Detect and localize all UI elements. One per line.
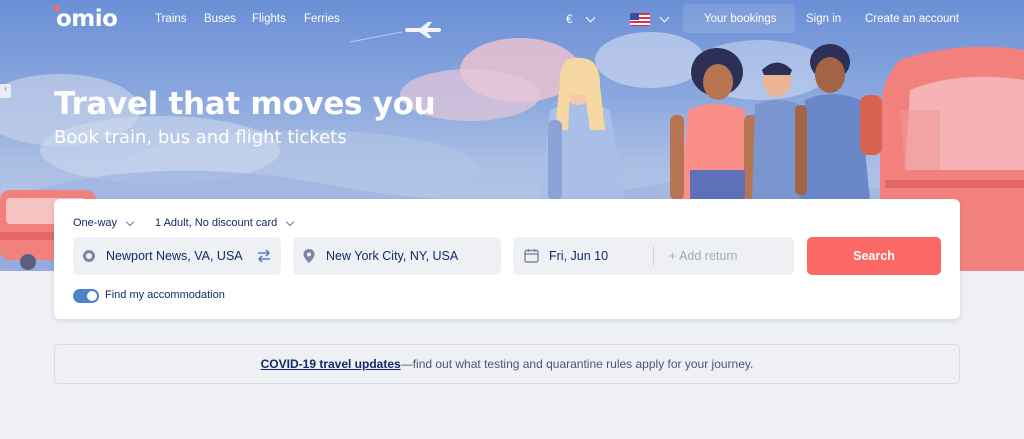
your-bookings-link[interactable]: Your bookings	[704, 13, 776, 25]
passengers-selector[interactable]: 1 Adult, No discount card	[155, 217, 277, 229]
origin-dot-icon	[83, 250, 95, 262]
accommodation-label: Find my accommodation	[105, 289, 225, 301]
omio-logo[interactable]: omio	[56, 6, 118, 32]
side-feedback-tab[interactable]: ‹	[0, 84, 11, 98]
covid-banner: COVID-19 travel updates—find out what te…	[54, 344, 960, 384]
add-return-button[interactable]: + Add return	[669, 249, 737, 263]
search-button[interactable]: Search	[807, 237, 941, 275]
chevron-down-icon	[285, 217, 295, 227]
nav-link-ferries[interactable]: Ferries	[304, 13, 340, 25]
create-account-link[interactable]: Create an account	[865, 13, 959, 25]
calendar-icon	[524, 249, 539, 263]
top-nav: omio Trains Buses Flights Ferries € Your…	[0, 0, 1024, 40]
chevron-down-icon	[585, 12, 596, 23]
location-pin-icon	[303, 249, 315, 263]
origin-value: Newport News, VA, USA	[106, 249, 243, 263]
chevron-down-icon	[125, 217, 135, 227]
destination-value: New York City, NY, USA	[326, 249, 459, 263]
nav-link-flights[interactable]: Flights	[252, 13, 286, 25]
destination-field[interactable]: New York City, NY, USA	[293, 237, 501, 275]
trip-type-selector[interactable]: One-way	[73, 217, 117, 229]
origin-field[interactable]: Newport News, VA, USA	[73, 237, 281, 275]
covid-updates-link[interactable]: COVID-19 travel updates	[261, 357, 401, 371]
nav-link-buses[interactable]: Buses	[204, 13, 236, 25]
search-card: One-way 1 Adult, No discount card Newpor…	[54, 199, 960, 319]
date-divider	[653, 246, 654, 266]
hero-subline: Book train, bus and flight tickets	[54, 127, 347, 148]
accommodation-toggle[interactable]	[73, 289, 99, 303]
toggle-knob	[87, 291, 97, 301]
nav-link-trains[interactable]: Trains	[155, 13, 187, 25]
date-field[interactable]: Fri, Jun 10 + Add return	[513, 237, 794, 275]
departure-date-value[interactable]: Fri, Jun 10	[549, 249, 608, 263]
us-flag-icon[interactable]	[630, 13, 650, 26]
banner-rest-text: —find out what testing and quarantine ru…	[400, 357, 754, 371]
chevron-down-icon	[659, 12, 670, 23]
hero-headline: Travel that moves you	[54, 86, 436, 122]
swap-icon[interactable]	[256, 248, 272, 264]
sign-in-link[interactable]: Sign in	[806, 13, 841, 25]
currency-selector[interactable]: €	[566, 12, 573, 26]
banner-text: COVID-19 travel updates—find out what te…	[55, 357, 959, 371]
